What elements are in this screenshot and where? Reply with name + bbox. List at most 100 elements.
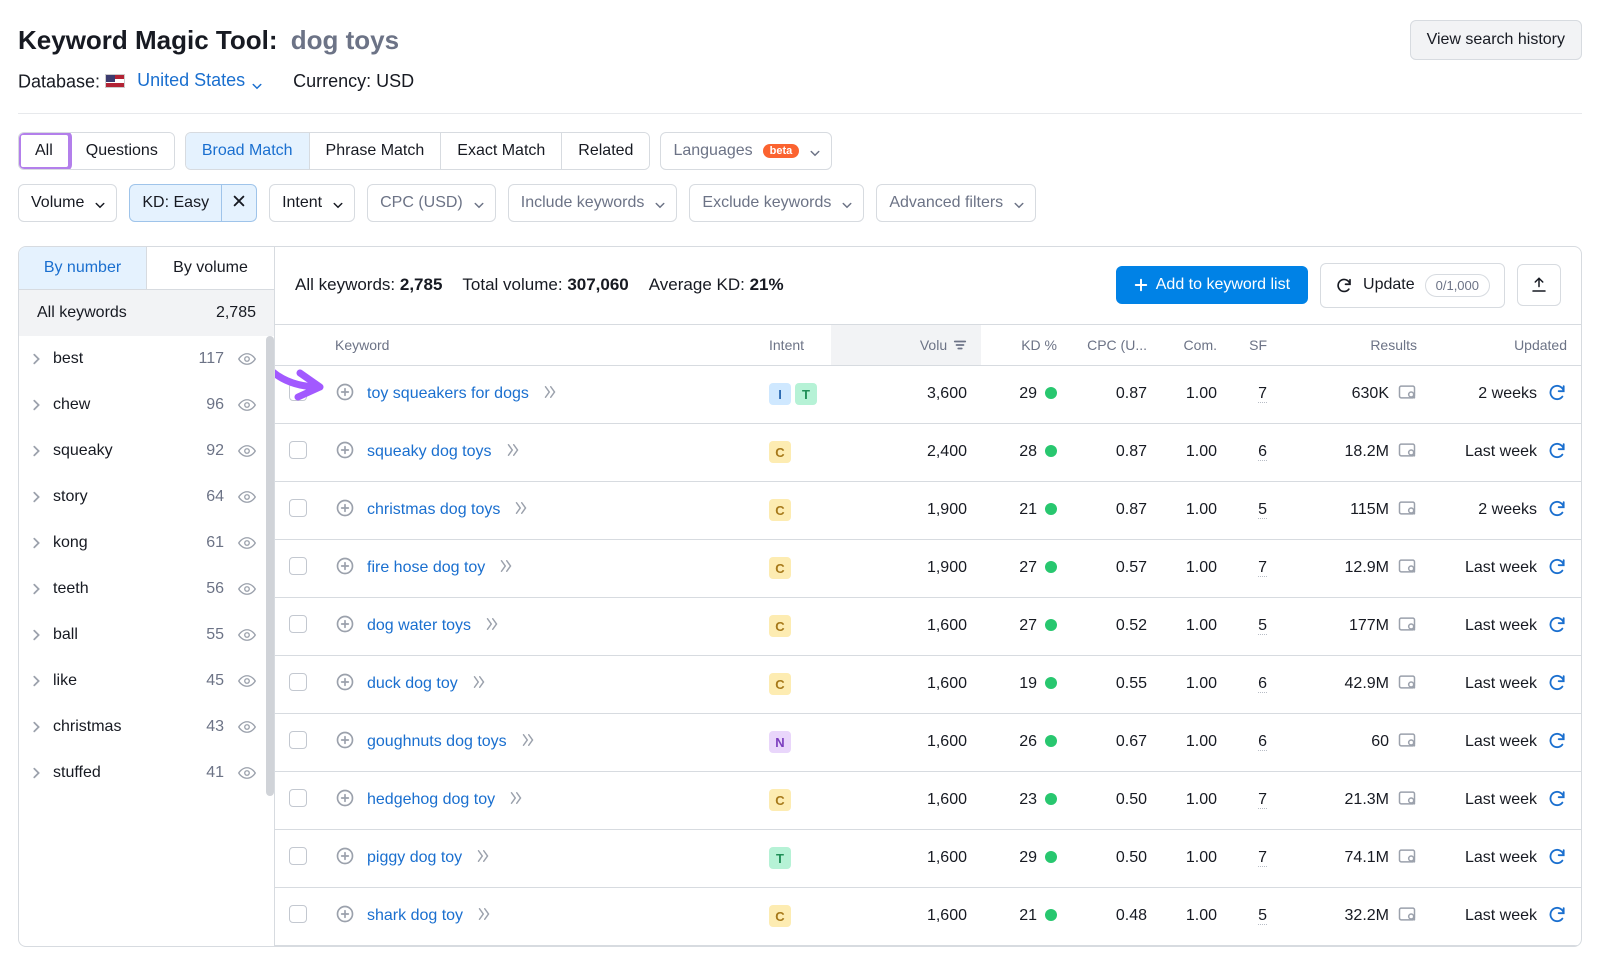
tab-by-volume[interactable]: By volume bbox=[147, 247, 274, 289]
row-checkbox[interactable] bbox=[289, 789, 307, 807]
export-button[interactable] bbox=[1517, 264, 1561, 306]
expand-icon[interactable] bbox=[475, 905, 493, 928]
col-keyword[interactable]: Keyword bbox=[321, 325, 755, 366]
refresh-icon[interactable] bbox=[1547, 382, 1567, 407]
serp-icon[interactable] bbox=[1397, 846, 1417, 871]
serp-icon[interactable] bbox=[1397, 730, 1417, 755]
tab-exact-match[interactable]: Exact Match bbox=[441, 133, 562, 169]
add-keyword-icon[interactable] bbox=[335, 498, 355, 523]
sidebar-item[interactable]: stuffed 41 bbox=[19, 750, 274, 796]
row-checkbox[interactable] bbox=[289, 731, 307, 749]
add-keyword-icon[interactable] bbox=[335, 730, 355, 755]
sidebar-item[interactable]: chew 96 bbox=[19, 382, 274, 428]
expand-icon[interactable] bbox=[519, 731, 537, 754]
expand-icon[interactable] bbox=[507, 789, 525, 812]
keyword-link[interactable]: toy squeakers for dogs bbox=[367, 385, 529, 403]
col-cpc[interactable]: CPC (U... bbox=[1071, 325, 1161, 366]
eye-icon[interactable] bbox=[238, 580, 256, 598]
serp-icon[interactable] bbox=[1397, 614, 1417, 639]
tab-all[interactable]: All bbox=[19, 133, 70, 169]
expand-icon[interactable] bbox=[497, 557, 515, 580]
col-intent[interactable]: Intent bbox=[755, 325, 831, 366]
sidebar-item[interactable]: christmas 43 bbox=[19, 704, 274, 750]
expand-icon[interactable] bbox=[474, 847, 492, 870]
eye-icon[interactable] bbox=[238, 718, 256, 736]
serp-icon[interactable] bbox=[1397, 382, 1417, 407]
add-keyword-icon[interactable] bbox=[335, 614, 355, 639]
add-keyword-icon[interactable] bbox=[335, 788, 355, 813]
expand-icon[interactable] bbox=[504, 441, 522, 464]
refresh-icon[interactable] bbox=[1547, 498, 1567, 523]
row-checkbox[interactable] bbox=[289, 673, 307, 691]
filter-cpc[interactable]: CPC (USD) bbox=[367, 184, 496, 222]
serp-icon[interactable] bbox=[1397, 440, 1417, 465]
keyword-link[interactable]: christmas dog toys bbox=[367, 501, 500, 519]
keyword-link[interactable]: hedgehog dog toy bbox=[367, 791, 495, 809]
filter-intent[interactable]: Intent bbox=[269, 184, 355, 222]
refresh-icon[interactable] bbox=[1547, 846, 1567, 871]
filter-kd-label[interactable]: KD: Easy bbox=[130, 185, 222, 221]
database-selector[interactable]: Database: United States bbox=[18, 70, 261, 93]
eye-icon[interactable] bbox=[238, 626, 256, 644]
keyword-link[interactable]: squeaky dog toys bbox=[367, 443, 492, 461]
row-checkbox[interactable] bbox=[289, 557, 307, 575]
col-results[interactable]: Results bbox=[1281, 325, 1431, 366]
tab-related[interactable]: Related bbox=[562, 133, 649, 169]
eye-icon[interactable] bbox=[238, 534, 256, 552]
keyword-link[interactable]: shark dog toy bbox=[367, 907, 463, 925]
sidebar-item[interactable]: squeaky 92 bbox=[19, 428, 274, 474]
refresh-icon[interactable] bbox=[1547, 672, 1567, 697]
serp-icon[interactable] bbox=[1397, 556, 1417, 581]
sidebar-item[interactable]: kong 61 bbox=[19, 520, 274, 566]
row-checkbox[interactable] bbox=[289, 441, 307, 459]
serp-icon[interactable] bbox=[1397, 498, 1417, 523]
row-checkbox[interactable] bbox=[289, 905, 307, 923]
eye-icon[interactable] bbox=[238, 442, 256, 460]
serp-icon[interactable] bbox=[1397, 788, 1417, 813]
refresh-icon[interactable] bbox=[1547, 440, 1567, 465]
filter-advanced[interactable]: Advanced filters bbox=[876, 184, 1036, 222]
sidebar-item[interactable]: teeth 56 bbox=[19, 566, 274, 612]
expand-icon[interactable] bbox=[512, 499, 530, 522]
refresh-icon[interactable] bbox=[1547, 730, 1567, 755]
add-to-keyword-list-button[interactable]: Add to keyword list bbox=[1116, 266, 1308, 304]
col-updated[interactable]: Updated bbox=[1431, 325, 1581, 366]
update-button[interactable]: Update 0/1,000 bbox=[1320, 263, 1505, 308]
add-keyword-icon[interactable] bbox=[335, 382, 355, 407]
keyword-link[interactable]: dog water toys bbox=[367, 617, 471, 635]
serp-icon[interactable] bbox=[1397, 672, 1417, 697]
row-checkbox[interactable] bbox=[289, 615, 307, 633]
add-keyword-icon[interactable] bbox=[335, 672, 355, 697]
row-checkbox[interactable] bbox=[289, 383, 307, 401]
eye-icon[interactable] bbox=[238, 396, 256, 414]
tab-by-number[interactable]: By number bbox=[19, 247, 147, 289]
expand-icon[interactable] bbox=[470, 673, 488, 696]
keyword-link[interactable]: fire hose dog toy bbox=[367, 559, 485, 577]
all-keywords-group[interactable]: All keywords 2,785 bbox=[19, 290, 274, 336]
filter-volume[interactable]: Volume bbox=[18, 184, 117, 222]
sidebar-item[interactable]: best 117 bbox=[19, 336, 274, 382]
sidebar-item[interactable]: ball 55 bbox=[19, 612, 274, 658]
sidebar-item[interactable]: story 64 bbox=[19, 474, 274, 520]
row-checkbox[interactable] bbox=[289, 847, 307, 865]
view-history-button[interactable]: View search history bbox=[1410, 20, 1582, 60]
filter-kd-clear[interactable] bbox=[222, 185, 256, 220]
eye-icon[interactable] bbox=[238, 672, 256, 690]
filter-include[interactable]: Include keywords bbox=[508, 184, 678, 222]
add-keyword-icon[interactable] bbox=[335, 846, 355, 871]
refresh-icon[interactable] bbox=[1547, 614, 1567, 639]
tab-phrase-match[interactable]: Phrase Match bbox=[310, 133, 442, 169]
col-sf[interactable]: SF bbox=[1231, 325, 1281, 366]
tab-broad-match[interactable]: Broad Match bbox=[186, 133, 310, 169]
eye-icon[interactable] bbox=[238, 764, 256, 782]
serp-icon[interactable] bbox=[1397, 904, 1417, 929]
add-keyword-icon[interactable] bbox=[335, 904, 355, 929]
languages-select[interactable]: Languages beta bbox=[660, 132, 832, 170]
row-checkbox[interactable] bbox=[289, 499, 307, 517]
col-kd[interactable]: KD % bbox=[981, 325, 1071, 366]
tab-questions[interactable]: Questions bbox=[70, 133, 174, 169]
expand-icon[interactable] bbox=[483, 615, 501, 638]
keyword-link[interactable]: duck dog toy bbox=[367, 675, 458, 693]
keyword-link[interactable]: goughnuts dog toys bbox=[367, 733, 507, 751]
col-com[interactable]: Com. bbox=[1161, 325, 1231, 366]
